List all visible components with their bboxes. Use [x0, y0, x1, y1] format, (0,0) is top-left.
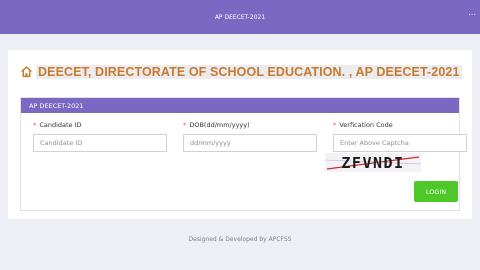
captcha-text: ZFVNDI [341, 154, 404, 172]
candidate-id-field: * Candidate ID [33, 121, 167, 152]
verification-code-label: * Verfication Code [333, 121, 467, 129]
verification-code-field: * Verfication Code [333, 121, 467, 152]
login-card: DEECET, DIRECTORATE OF SCHOOL EDUCATION.… [8, 50, 472, 219]
dob-input[interactable] [183, 134, 317, 152]
candidate-id-label: * Candidate ID [33, 121, 167, 129]
required-mark: * [33, 121, 37, 129]
top-navbar: AP DEECET-2021 ⋯ [0, 0, 480, 34]
login-form-panel: AP DEECET-2021 * Candidate ID * DOB(dd/m… [20, 97, 467, 211]
dob-field: * DOB(dd/mm/yyyy) [183, 121, 317, 152]
home-icon [21, 66, 32, 78]
candidate-id-label-text: Candidate ID [39, 121, 82, 129]
page-title: DEECET, DIRECTORATE OF SCHOOL EDUCATION.… [36, 64, 462, 79]
captcha-input[interactable] [333, 134, 467, 152]
captcha-image: ZFVNDI [325, 153, 421, 172]
dob-label-text: DOB(dd/mm/yyyy) [189, 121, 250, 129]
app-title: AP DEECET-2021 [214, 13, 266, 21]
page-heading: DEECET, DIRECTORATE OF SCHOOL EDUCATION.… [20, 63, 462, 80]
dob-label: * DOB(dd/mm/yyyy) [183, 121, 317, 129]
footer-credit: Designed & Developed by APCFSS [188, 236, 292, 243]
panel-header: AP DEECET-2021 [21, 98, 459, 113]
more-menu-icon[interactable]: ⋯ [468, 10, 476, 19]
required-mark: * [333, 121, 337, 129]
verification-code-label-text: Verfication Code [339, 121, 393, 129]
login-button[interactable]: LOGIN [414, 181, 458, 202]
candidate-id-input[interactable] [33, 134, 167, 152]
required-mark: * [183, 121, 187, 129]
